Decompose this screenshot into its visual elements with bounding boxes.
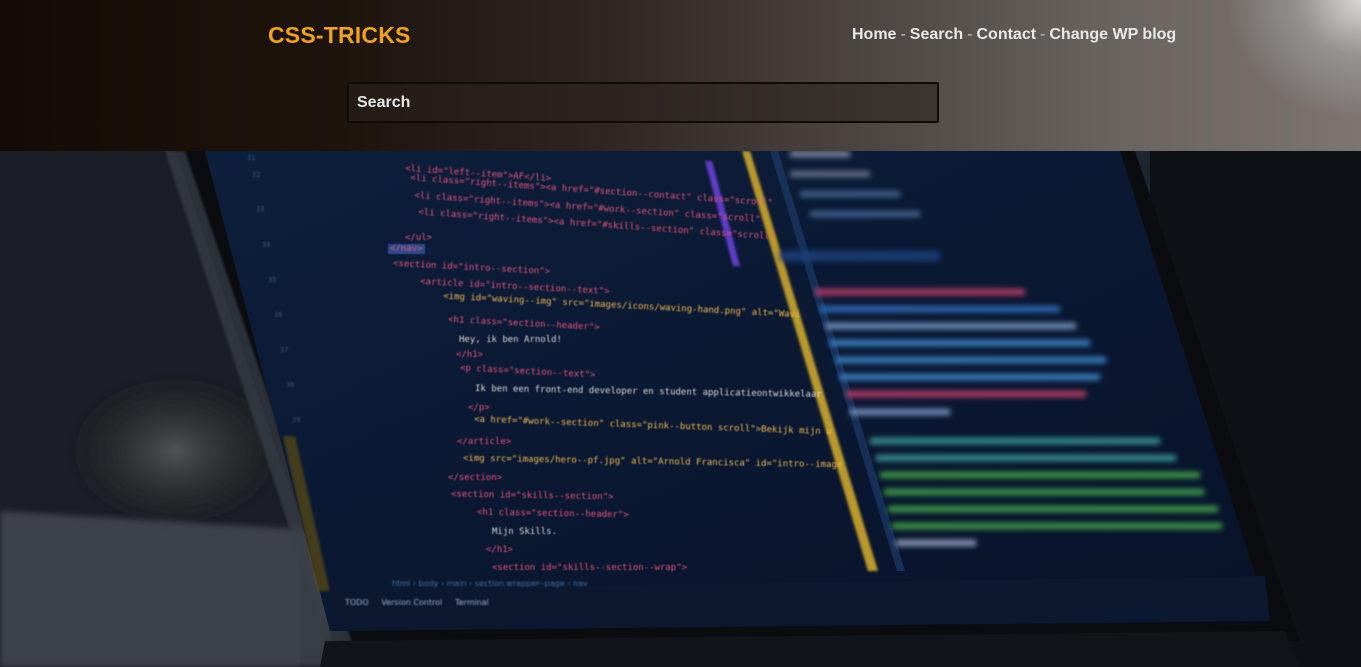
site-header: CSS-TRICKS Home - Search - Contact - Change WP… <box>0 0 1361 151</box>
nav-link-contact[interactable]: Contact <box>976 26 1036 43</box>
code-line: <section id="skills--section--wrap"> <box>492 563 688 573</box>
code-line: </article> <box>457 437 512 447</box>
search-input[interactable] <box>349 84 937 121</box>
code-line: </p> <box>468 403 490 413</box>
line-number: 31 <box>247 154 256 162</box>
line-number: 37 <box>280 346 289 354</box>
editor-status-bar: TODO Version Control Terminal <box>345 598 489 607</box>
breadcrumb-item: main <box>446 579 467 588</box>
breadcrumb-item: html <box>392 579 411 588</box>
nav-link-home[interactable]: Home <box>852 26 896 43</box>
line-number: 36 <box>274 311 283 319</box>
code-line: Mijn Skills. <box>492 527 558 537</box>
line-number: 38 <box>286 381 295 389</box>
todo-tab: TODO <box>345 598 369 607</box>
line-number: 34 <box>262 241 271 249</box>
nav-separator: - <box>967 26 973 43</box>
breadcrumb-item: nav <box>572 579 588 588</box>
line-number: 32 <box>252 171 261 179</box>
breadcrumb-item: section.wrapper--page <box>474 579 565 588</box>
terminal-tab: Terminal <box>454 598 489 607</box>
nav-separator: - <box>900 26 906 43</box>
editor-breadcrumb: html › body › main › section.wrapper--pa… <box>392 579 588 588</box>
breadcrumb-item: body <box>418 579 439 588</box>
code-line: </section> <box>448 473 503 483</box>
nav-separator: - <box>1040 26 1046 43</box>
main-nav: Home - Search - Contact - Change WP blog <box>852 26 1176 44</box>
version-control-tab: Version Control <box>381 598 443 607</box>
nav-link-search[interactable]: Search <box>910 26 963 43</box>
code-line: </ul> <box>405 233 433 243</box>
hero-image: 31 32 33 34 35 36 37 38 39 <li id="left-… <box>0 151 1361 667</box>
nav-link-change-wp-blog[interactable]: Change WP blog <box>1049 26 1176 43</box>
code-line: </h1> <box>486 545 514 555</box>
line-number: 33 <box>256 205 265 213</box>
site-logo[interactable]: CSS-TRICKS <box>268 22 411 49</box>
code-line: </h1> <box>456 350 484 360</box>
line-number: 35 <box>268 276 277 284</box>
search-box <box>347 82 939 123</box>
code-line: </nav> <box>388 244 425 254</box>
code-line: Hey, ik ben Arnold! <box>459 335 562 345</box>
line-number: 39 <box>292 416 301 424</box>
